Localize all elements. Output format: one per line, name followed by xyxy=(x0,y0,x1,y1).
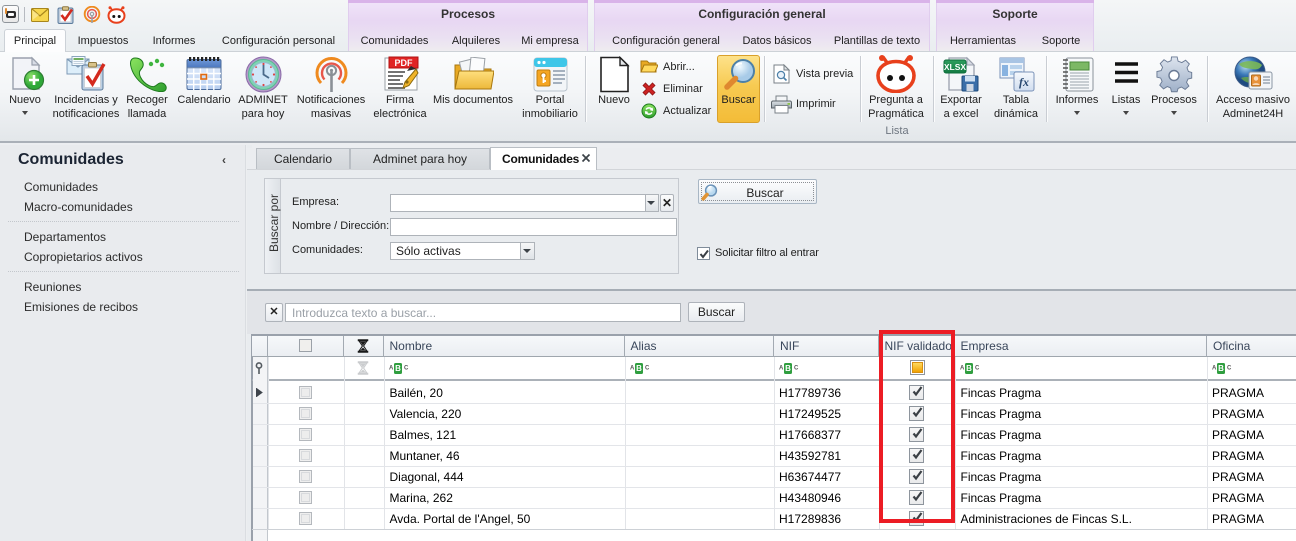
svg-text:XLSX: XLSX xyxy=(944,62,967,72)
svg-text:fx: fx xyxy=(1019,75,1029,89)
svg-text:PDF: PDF xyxy=(395,58,414,68)
